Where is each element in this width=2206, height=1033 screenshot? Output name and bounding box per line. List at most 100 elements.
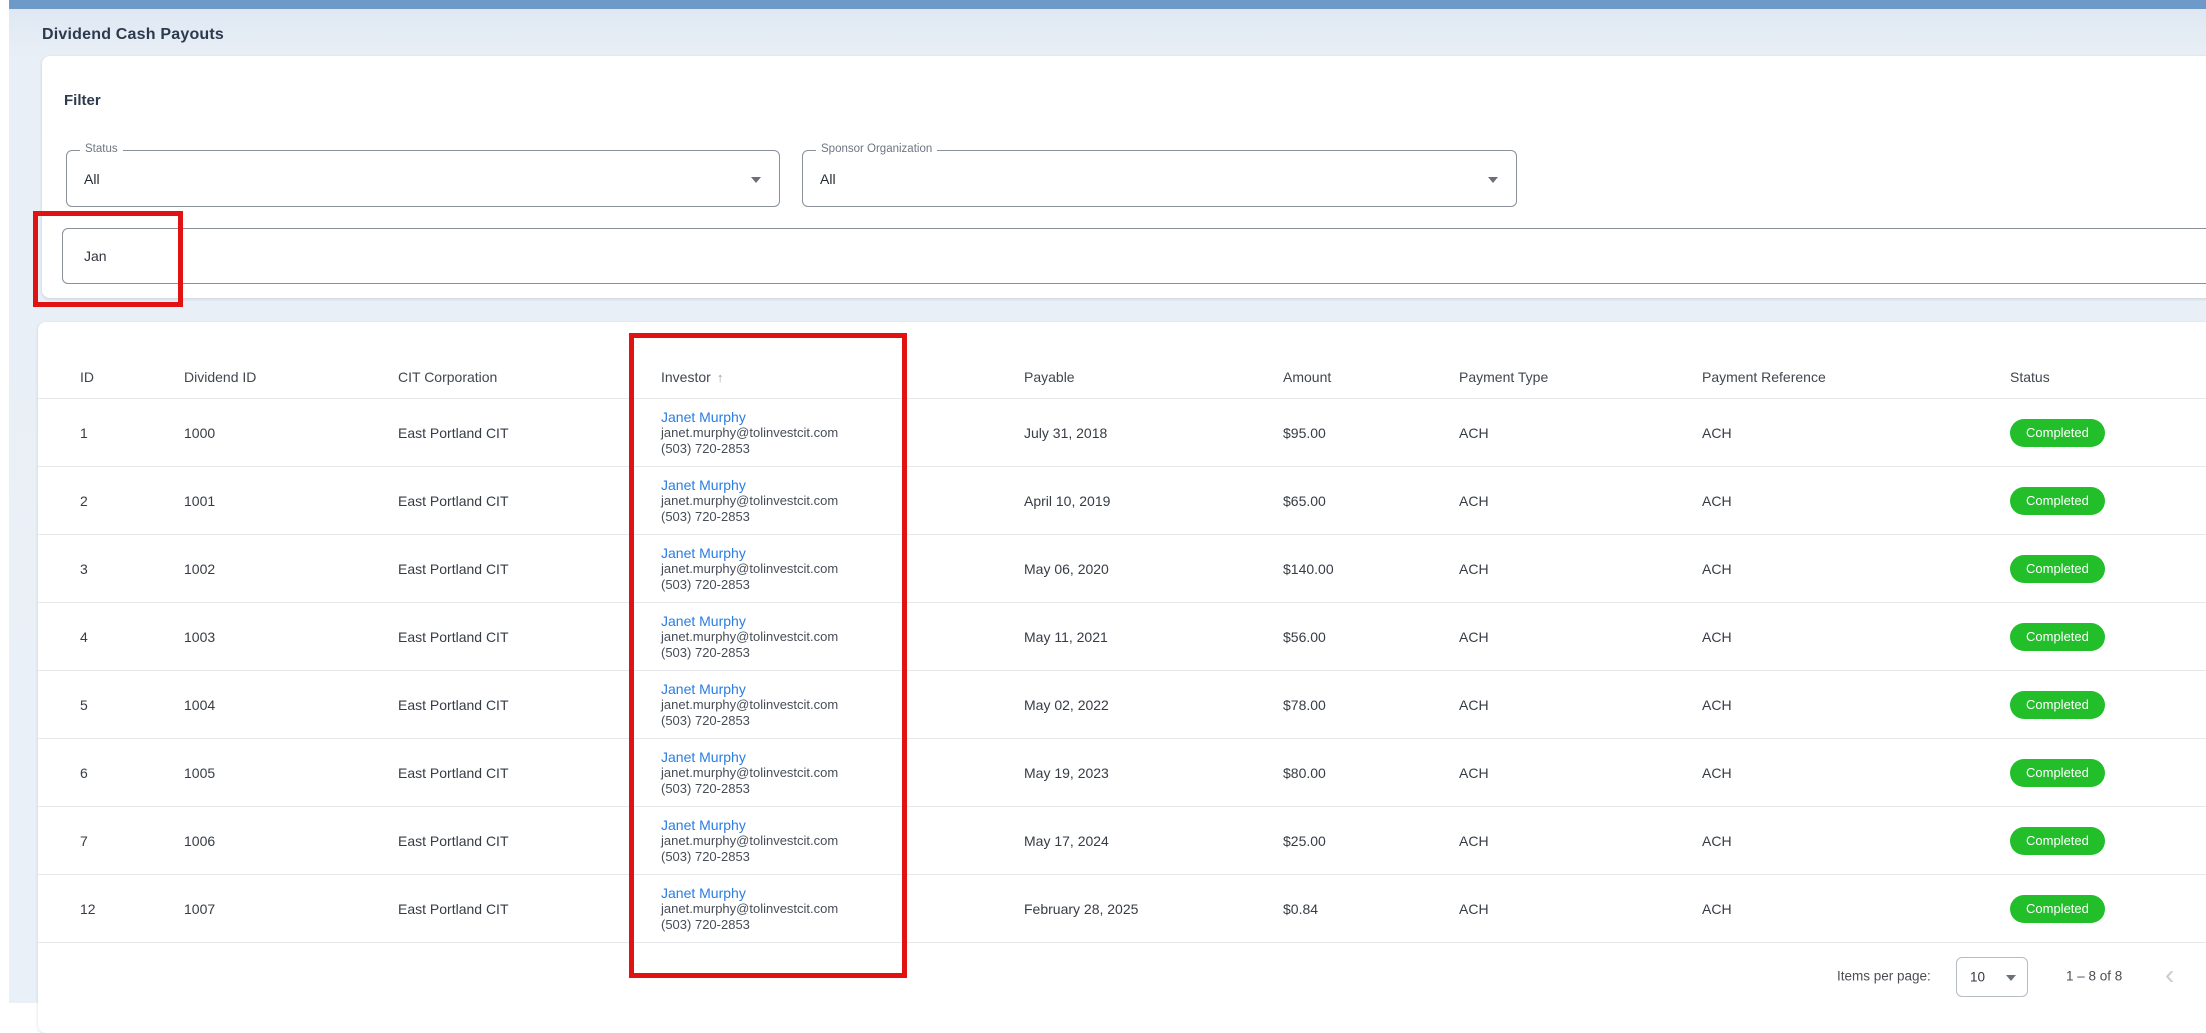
cell-payment-type: ACH: [1459, 765, 1489, 781]
cell-id: 4: [80, 629, 88, 645]
cell-payment-reference: ACH: [1702, 901, 1732, 917]
chevron-down-icon: [751, 177, 761, 183]
cell-payment-type: ACH: [1459, 697, 1489, 713]
column-header-cit-corporation[interactable]: CIT Corporation: [398, 368, 497, 386]
column-header-dividend-id[interactable]: Dividend ID: [184, 368, 256, 386]
status-select-label: Status: [80, 143, 123, 155]
cell-amount: $65.00: [1283, 493, 1326, 509]
cell-cit-corporation: East Portland CIT: [398, 833, 509, 849]
status-badge: Completed: [2010, 759, 2105, 787]
investor-email: janet.murphy@tolinvestcit.com: [661, 765, 838, 781]
cell-payment-reference: ACH: [1702, 425, 1732, 441]
table-row: 1 1000 East Portland CIT Janet Murphy ja…: [38, 398, 2206, 466]
cell-id: 12: [80, 901, 96, 917]
payouts-table-card: ID Dividend ID CIT Corporation Investor ↑…: [38, 322, 2206, 1033]
cell-id: 7: [80, 833, 88, 849]
investor-link[interactable]: Janet Murphy: [661, 749, 838, 765]
cell-payable: July 31, 2018: [1024, 425, 1107, 441]
status-badge: Completed: [2010, 895, 2105, 923]
cell-cit-corporation: East Portland CIT: [398, 901, 509, 917]
investor-link[interactable]: Janet Murphy: [661, 545, 838, 561]
table-row: 3 1002 East Portland CIT Janet Murphy ja…: [38, 534, 2206, 602]
cell-id: 3: [80, 561, 88, 577]
table-row: 6 1005 East Portland CIT Janet Murphy ja…: [38, 738, 2206, 806]
column-header-investor[interactable]: Investor ↑: [661, 368, 723, 387]
cell-payable: May 17, 2024: [1024, 833, 1109, 849]
cell-dividend-id: 1002: [184, 561, 215, 577]
column-header-status[interactable]: Status: [2010, 368, 2050, 386]
previous-page-icon[interactable]: ‹: [2165, 961, 2174, 989]
cell-cit-corporation: East Portland CIT: [398, 697, 509, 713]
sort-ascending-icon: ↑: [717, 370, 724, 385]
chevron-down-icon: [1488, 177, 1498, 183]
month-input[interactable]: Jan: [62, 228, 2206, 284]
page-title: Dividend Cash Payouts: [42, 26, 224, 44]
column-header-payment-reference[interactable]: Payment Reference: [1702, 368, 1826, 386]
column-header-payment-type[interactable]: Payment Type: [1459, 368, 1548, 386]
investor-email: janet.murphy@tolinvestcit.com: [661, 561, 838, 577]
column-header-id[interactable]: ID: [80, 368, 94, 386]
cell-status: Completed: [2010, 487, 2105, 515]
status-select-value: All: [84, 171, 100, 187]
cell-payment-reference: ACH: [1702, 493, 1732, 509]
table-row: 2 1001 East Portland CIT Janet Murphy ja…: [38, 466, 2206, 534]
paginator: Items per page: 10 1 – 8 of 8 ‹: [38, 943, 2206, 1009]
cell-dividend-id: 1001: [184, 493, 215, 509]
items-per-page-label: Items per page:: [1837, 969, 1931, 984]
table-body: 1 1000 East Portland CIT Janet Murphy ja…: [38, 398, 2206, 943]
investor-email: janet.murphy@tolinvestcit.com: [661, 697, 838, 713]
cell-investor: Janet Murphy janet.murphy@tolinvestcit.c…: [661, 749, 838, 796]
status-badge: Completed: [2010, 487, 2105, 515]
cell-investor: Janet Murphy janet.murphy@tolinvestcit.c…: [661, 409, 838, 456]
cell-status: Completed: [2010, 623, 2105, 651]
cell-investor: Janet Murphy janet.murphy@tolinvestcit.c…: [661, 613, 838, 660]
investor-email: janet.murphy@tolinvestcit.com: [661, 493, 838, 509]
table-row: 5 1004 East Portland CIT Janet Murphy ja…: [38, 670, 2206, 738]
cell-payment-type: ACH: [1459, 493, 1489, 509]
cell-payment-type: ACH: [1459, 833, 1489, 849]
column-header-amount[interactable]: Amount: [1283, 368, 1331, 386]
investor-link[interactable]: Janet Murphy: [661, 477, 838, 493]
investor-link[interactable]: Janet Murphy: [661, 885, 838, 901]
investor-phone: (503) 720-2853: [661, 576, 838, 592]
cell-investor: Janet Murphy janet.murphy@tolinvestcit.c…: [661, 885, 838, 932]
cell-status: Completed: [2010, 555, 2105, 583]
month-input-value: Jan: [84, 248, 107, 264]
cell-id: 5: [80, 697, 88, 713]
cell-cit-corporation: East Portland CIT: [398, 765, 509, 781]
investor-email: janet.murphy@tolinvestcit.com: [661, 629, 838, 645]
cell-payable: April 10, 2019: [1024, 493, 1110, 509]
items-per-page-select[interactable]: 10: [1956, 957, 2028, 997]
investor-link[interactable]: Janet Murphy: [661, 681, 838, 697]
items-per-page-value: 10: [1970, 970, 1985, 985]
column-header-payable[interactable]: Payable: [1024, 368, 1075, 386]
investor-link[interactable]: Janet Murphy: [661, 817, 838, 833]
column-header-investor-label: Investor: [661, 369, 711, 385]
sponsor-organization-select[interactable]: Sponsor Organization All: [802, 150, 1517, 207]
investor-phone: (503) 720-2853: [661, 916, 838, 932]
cell-id: 1: [80, 425, 88, 441]
investor-phone: (503) 720-2853: [661, 508, 838, 524]
status-badge: Completed: [2010, 419, 2105, 447]
chevron-down-icon: [2006, 975, 2016, 981]
investor-link[interactable]: Janet Murphy: [661, 409, 838, 425]
cell-status: Completed: [2010, 827, 2105, 855]
cell-payment-type: ACH: [1459, 561, 1489, 577]
sponsor-select-value: All: [820, 171, 836, 187]
cell-amount: $140.00: [1283, 561, 1334, 577]
cell-payment-type: ACH: [1459, 901, 1489, 917]
cell-id: 6: [80, 765, 88, 781]
cell-payable: May 06, 2020: [1024, 561, 1109, 577]
status-select[interactable]: Status All: [66, 150, 780, 207]
cell-dividend-id: 1003: [184, 629, 215, 645]
cell-amount: $25.00: [1283, 833, 1326, 849]
filter-heading: Filter: [64, 92, 101, 109]
cell-payable: February 28, 2025: [1024, 901, 1138, 917]
cell-amount: $56.00: [1283, 629, 1326, 645]
cell-payment-reference: ACH: [1702, 765, 1732, 781]
investor-link[interactable]: Janet Murphy: [661, 613, 838, 629]
table-header-row: ID Dividend ID CIT Corporation Investor ↑…: [38, 322, 2206, 398]
cell-cit-corporation: East Portland CIT: [398, 493, 509, 509]
cell-payable: May 02, 2022: [1024, 697, 1109, 713]
investor-email: janet.murphy@tolinvestcit.com: [661, 425, 838, 441]
